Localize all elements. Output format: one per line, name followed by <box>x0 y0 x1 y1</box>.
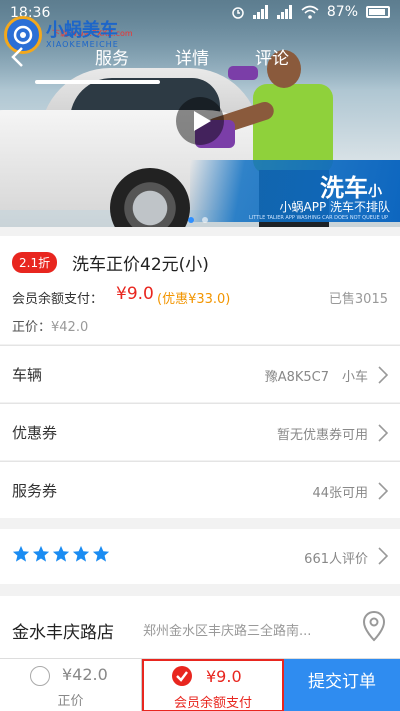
review-count: 661人评价 <box>304 552 368 567</box>
star-rating <box>12 545 110 563</box>
option-label: 正价 <box>57 694 84 709</box>
wifi-icon <box>301 5 319 19</box>
chevron-right-icon <box>378 547 388 565</box>
chevron-left-icon <box>11 47 23 67</box>
sold-count: 已售3015 <box>328 292 388 307</box>
member-price: ¥9.0 <box>116 284 154 304</box>
original-price: 正价：¥42.0 <box>12 316 88 335</box>
row-label: 优惠券 <box>12 424 58 442</box>
play-button[interactable] <box>176 97 224 145</box>
location-pin-icon[interactable] <box>362 610 386 642</box>
row-service-voucher[interactable]: 服务券 44张可用 <box>0 461 400 518</box>
store-name: 金水丰庆路店 <box>12 623 114 643</box>
row-vehicle[interactable]: 车辆 豫A8K5C7 小车 <box>0 345 400 402</box>
row-label: 车辆 <box>12 366 43 384</box>
store-row[interactable]: 金水丰庆路店 郑州金水区丰庆路三全路南... <box>0 596 400 658</box>
product-title: 洗车正价42元(小) <box>72 255 209 275</box>
row-coupon[interactable]: 优惠券 暂无优惠券可用 <box>0 403 400 460</box>
chevron-right-icon <box>378 482 388 500</box>
tab-details[interactable]: 详情 <box>175 44 209 69</box>
submit-order-button[interactable]: 提交订单 <box>284 659 400 711</box>
battery-percent: 87% <box>326 4 358 20</box>
chevron-right-icon <box>378 366 388 384</box>
carousel-dot <box>202 217 208 223</box>
discount-badge: 2.1折 <box>12 252 58 273</box>
row-value: 暂无优惠券可用 <box>276 428 368 443</box>
product-info: 2.1折 洗车正价42元(小) 会员余额支付： ¥9.0 (优惠¥33.0) 已… <box>0 236 400 344</box>
video-progress <box>35 80 160 84</box>
alarm-icon <box>232 7 244 19</box>
option-label: 会员余额支付 <box>173 696 252 711</box>
top-nav: 服务 详情 评论 <box>0 38 400 78</box>
row-value: 豫A8K5C7 小车 <box>264 370 368 385</box>
radio-unchecked-icon[interactable] <box>30 666 50 686</box>
carousel-dot <box>188 217 194 223</box>
tab-reviews[interactable]: 评论 <box>255 44 289 69</box>
star-icon <box>52 545 70 562</box>
rating-row[interactable]: 661人评价 <box>0 529 400 584</box>
checkmark-icon[interactable] <box>172 666 192 686</box>
store-address: 郑州金水区丰庆路三全路南... <box>143 624 312 639</box>
original-price-label: 正价： <box>12 320 52 335</box>
checkout-bar: ¥42.0 正价 ¥9.0 会员余额支付 提交订单 <box>0 658 400 711</box>
banner-tagline: LITTLE TALIER APP WASHING CAR DOES NOT Q… <box>249 215 388 221</box>
payment-option-member[interactable]: ¥9.0 会员余额支付 <box>142 659 284 711</box>
banner-subtitle: 小蜗APP 洗车不排队 <box>279 200 391 214</box>
star-icon <box>92 545 110 562</box>
signal-icon <box>252 5 268 19</box>
chevron-right-icon <box>378 424 388 442</box>
original-price-value: ¥42.0 <box>51 320 89 335</box>
discount-amount: (优惠¥33.0) <box>157 292 231 307</box>
carousel-dots <box>188 217 208 223</box>
battery-icon <box>366 6 390 18</box>
star-icon <box>72 545 90 562</box>
tab-service[interactable]: 服务 <box>95 44 129 69</box>
member-price-label: 会员余额支付： <box>12 292 104 307</box>
option-price: ¥9.0 <box>206 667 242 686</box>
payment-option-regular[interactable]: ¥42.0 正价 <box>0 659 142 711</box>
app-name: 小蜗美车 <box>46 19 118 41</box>
signal-icon <box>276 5 292 19</box>
star-icon <box>32 545 50 562</box>
back-button[interactable] <box>10 46 24 72</box>
row-value: 44张可用 <box>312 486 368 501</box>
play-icon <box>194 111 211 131</box>
star-icon <box>12 545 30 562</box>
row-label: 服务券 <box>12 482 58 500</box>
option-price: ¥42.0 <box>62 665 108 684</box>
